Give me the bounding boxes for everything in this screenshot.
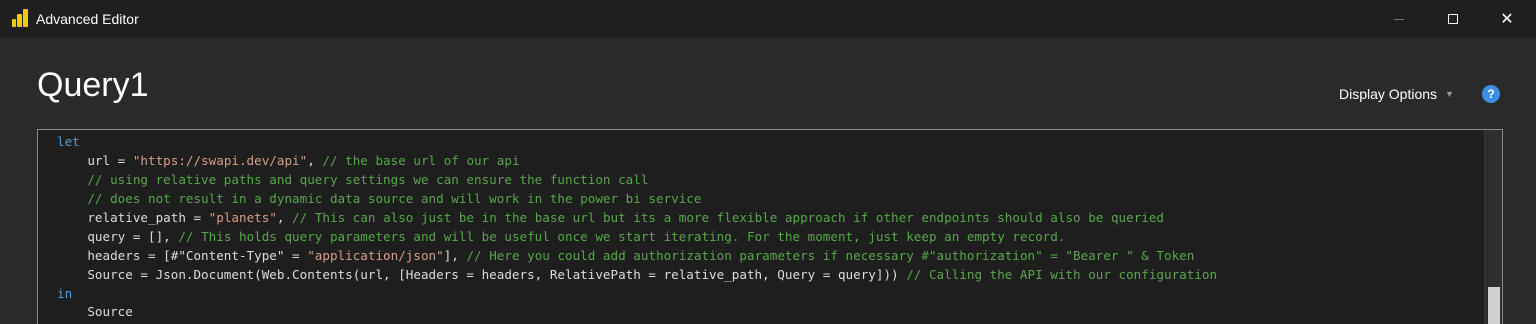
title-bar: Advanced Editor ✕ [0, 0, 1536, 38]
code-token: , [276, 209, 293, 225]
minimize-icon [1394, 18, 1404, 20]
code-line[interactable]: // using relative paths and query settin… [57, 171, 1217, 190]
code-editor[interactable]: let url = "https://swapi.dev/api", // th… [37, 129, 1503, 324]
code-token: let [57, 134, 80, 149]
code-token: "application/json" [307, 247, 444, 263]
code-token: // the base url of our api [322, 152, 520, 168]
code-line[interactable]: Source = Json.Document(Web.Contents(url,… [57, 266, 1217, 285]
maximize-button[interactable] [1430, 0, 1476, 38]
code-token: // Here you could add authorization para… [466, 247, 1195, 263]
code-token: Source = Json.Document(Web.Contents(url,… [57, 266, 907, 282]
code-token: // Calling the API with our configuratio… [906, 266, 1218, 282]
close-button[interactable]: ✕ [1484, 0, 1530, 38]
editor-panel: Query1 Display Options ▼ ? let url = "ht… [0, 38, 1536, 324]
code-line[interactable]: Source [57, 303, 1217, 322]
code-line[interactable]: query = [], // This holds query paramete… [57, 228, 1217, 247]
minimize-button[interactable] [1376, 0, 1422, 38]
code-text-area[interactable]: let url = "https://swapi.dev/api", // th… [57, 133, 1217, 322]
help-icon[interactable]: ? [1482, 85, 1500, 103]
code-token: // This can also just be in the base url… [292, 209, 1165, 225]
vertical-scrollbar[interactable] [1484, 130, 1502, 324]
code-token: url = [57, 152, 133, 168]
code-line[interactable]: in [57, 285, 1217, 304]
code-token: Source [57, 304, 133, 320]
code-token: relative_path = [57, 209, 209, 225]
code-token: // This holds query parameters and will … [178, 228, 1066, 244]
maximize-icon [1448, 14, 1458, 24]
code-token: headers = [#"Content-Type" = [57, 247, 308, 263]
code-token: "planets" [208, 209, 277, 225]
code-line[interactable]: headers = [#"Content-Type" = "applicatio… [57, 247, 1217, 266]
query-name-title: Query1 [37, 66, 149, 104]
close-icon: ✕ [1500, 11, 1514, 28]
window-title: Advanced Editor [36, 11, 139, 27]
dropdown-caret-icon[interactable]: ▼ [1445, 89, 1454, 99]
code-line[interactable]: url = "https://swapi.dev/api", // the ba… [57, 152, 1217, 171]
code-token: // does not result in a dynamic data sou… [57, 190, 702, 206]
code-token: "https://swapi.dev/api" [132, 152, 308, 168]
scrollbar-thumb[interactable] [1488, 287, 1500, 324]
code-line[interactable]: let [57, 133, 1217, 152]
code-line[interactable]: // does not result in a dynamic data sou… [57, 190, 1217, 209]
code-token: in [57, 285, 73, 301]
code-token: , [307, 152, 323, 168]
code-token: ], [443, 247, 467, 263]
code-token: // using relative paths and query settin… [57, 171, 649, 187]
code-token: query = [], [57, 228, 179, 244]
code-line[interactable]: relative_path = "planets", // This can a… [57, 209, 1217, 228]
display-options-button[interactable]: Display Options [1339, 86, 1437, 102]
power-bi-logo-icon [12, 9, 28, 27]
